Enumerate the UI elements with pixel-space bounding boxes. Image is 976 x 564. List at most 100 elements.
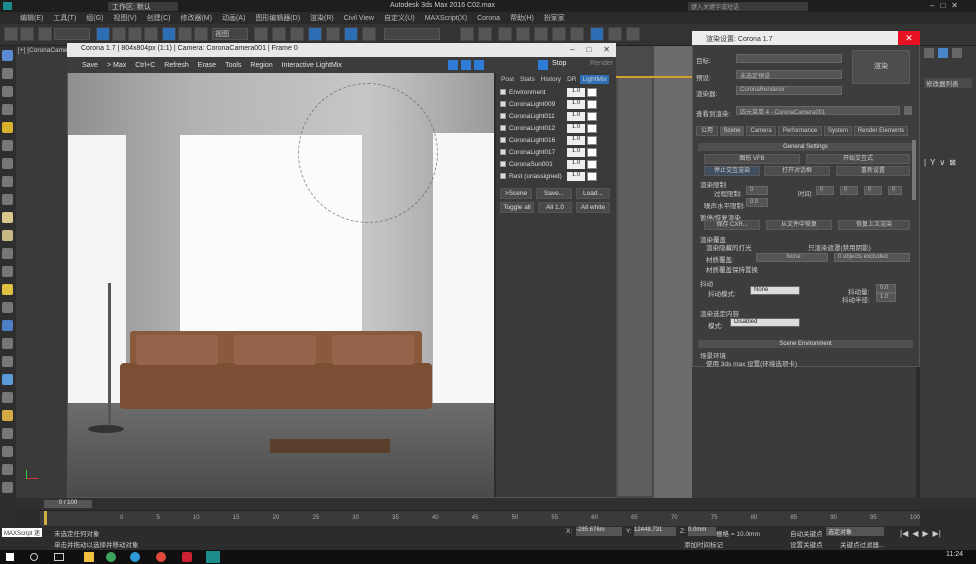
open-dialog-button[interactable]: 打开对话框: [764, 166, 830, 176]
vfb-lightmix-button[interactable]: Interactive LightMix: [279, 62, 345, 69]
view-to-render-dropdown[interactable]: 四元菜单 4 - CoronaCamera001: [736, 106, 900, 116]
snaps-toggle-icon[interactable]: [308, 27, 322, 41]
menu-group[interactable]: 组(G): [86, 13, 103, 23]
next-frame-icon[interactable]: ▶|: [933, 529, 941, 538]
graphite-tools-icon[interactable]: [516, 27, 530, 41]
search-icon[interactable]: [30, 553, 38, 561]
start-interactive-button[interactable]: 开始交互式: [806, 154, 910, 164]
align-icon[interactable]: [478, 27, 492, 41]
stop-interactive-button[interactable]: 停止交互渲染: [704, 166, 760, 176]
exclude-objects-button[interactable]: 0 objects excluded: [834, 253, 910, 262]
reference-coordinate-dropdown[interactable]: 视图: [212, 28, 248, 40]
rectangular-selection-icon[interactable]: [128, 27, 142, 41]
save-lightmix-button[interactable]: Save...: [536, 188, 572, 199]
menu-customize[interactable]: 自定义(U): [384, 13, 415, 23]
override-keep-displacement-checkbox[interactable]: 材质覆盖保持置换: [706, 264, 758, 274]
save-cxr-button[interactable]: 保存 CXR...: [704, 220, 760, 230]
checkbox[interactable]: [500, 125, 506, 131]
go-to-start-icon[interactable]: |◀: [900, 529, 908, 538]
cone-icon[interactable]: [2, 266, 13, 277]
checkbox[interactable]: [500, 161, 506, 167]
3dsmax-taskbar-icon[interactable]: [206, 551, 220, 563]
x-coordinate-input[interactable]: -285.676m: [576, 527, 622, 536]
modify-tab-icon[interactable]: [938, 48, 948, 58]
light-bulb-icon[interactable]: [2, 284, 13, 295]
checkbox[interactable]: [500, 173, 506, 179]
light-color-swatch[interactable]: [587, 159, 597, 169]
file-explorer-icon[interactable]: [84, 552, 94, 562]
key-mode-dropdown[interactable]: 选定对象: [826, 527, 884, 536]
light-intensity[interactable]: 1.0: [567, 123, 585, 133]
make-unique-icon[interactable]: ∨: [939, 158, 945, 172]
chamfer-box-icon[interactable]: [2, 410, 13, 421]
pyramid-icon[interactable]: [2, 320, 13, 331]
minimize-icon[interactable]: –: [930, 1, 934, 11]
time-seconds-input[interactable]: 0: [864, 186, 882, 195]
vfb-minimize-icon[interactable]: –: [570, 45, 574, 54]
pass-limit-input[interactable]: 0: [746, 186, 768, 195]
helper-icon[interactable]: [2, 122, 13, 133]
tab-render-elements[interactable]: Render Elements: [854, 126, 908, 136]
render-production-icon[interactable]: [626, 27, 640, 41]
checkbox[interactable]: [500, 149, 506, 155]
render-now-button[interactable]: 渲染: [852, 50, 910, 84]
menu-plugin[interactable]: 扮家家: [544, 13, 565, 23]
hierarchy-tab-icon[interactable]: [952, 48, 962, 58]
select-rotate-icon[interactable]: [178, 27, 192, 41]
tab-performance[interactable]: Performance: [778, 126, 822, 136]
redo-icon[interactable]: [20, 27, 34, 41]
material-override-checkbox[interactable]: 材质覆盖:: [706, 254, 734, 264]
tab-dr[interactable]: DR: [565, 75, 578, 84]
layer-explorer-icon[interactable]: [498, 27, 512, 41]
menu-graph-editors[interactable]: 图形编辑器(D): [255, 13, 300, 23]
material-editor-icon[interactable]: [570, 27, 584, 41]
tab-camera[interactable]: Camera: [746, 126, 776, 136]
light-intensity[interactable]: 1.0: [567, 147, 585, 157]
link-icon[interactable]: [38, 27, 52, 41]
light-color-swatch[interactable]: [587, 147, 597, 157]
plane-icon[interactable]: [2, 302, 13, 313]
resume-last-button[interactable]: 恢复上次渲染: [838, 220, 910, 230]
render-setup-scrollbar[interactable]: [912, 140, 916, 200]
z-coordinate-input[interactable]: 0.0mm: [688, 527, 716, 536]
remove-modifier-icon[interactable]: ⊠: [949, 158, 956, 172]
menu-rendering[interactable]: 渲染(R): [310, 13, 334, 23]
vfb-region-button[interactable]: Region: [247, 62, 275, 69]
chrome-icon[interactable]: [156, 552, 166, 562]
reset-button[interactable]: 重新设置: [836, 166, 910, 176]
light-intensity[interactable]: 1.0: [567, 171, 585, 181]
media-icon[interactable]: [182, 552, 192, 562]
tab-stats[interactable]: Stats: [518, 75, 537, 84]
auto-key-button[interactable]: 自动关键点: [790, 528, 823, 538]
time-minutes-input[interactable]: 0: [840, 186, 858, 195]
menu-modifiers[interactable]: 修改器(M): [180, 13, 212, 23]
create-geometry-icon[interactable]: [2, 50, 13, 61]
select-by-name-icon[interactable]: [112, 27, 126, 41]
checkbox[interactable]: [500, 113, 506, 119]
render-button[interactable]: Render: [590, 60, 613, 67]
select-manipulate-icon[interactable]: [272, 27, 286, 41]
toggle-all-button[interactable]: Toggle all: [500, 202, 534, 213]
mode-dropdown[interactable]: Disabled: [730, 318, 800, 327]
search-input[interactable]: 键入关键字或短语: [688, 2, 808, 11]
vfb-copy-button[interactable]: Ctrl+C: [132, 62, 158, 69]
app-logo-icon[interactable]: [3, 2, 12, 10]
tab-system[interactable]: System: [824, 126, 852, 136]
dither-mode-dropdown[interactable]: None: [750, 286, 800, 295]
track-bar[interactable]: 0 5 10 15 20 25 30 35 40 45 50 55 60 65 …: [40, 510, 920, 526]
percent-snap-icon[interactable]: [344, 27, 358, 41]
all-one-button[interactable]: All 1.0: [538, 202, 572, 213]
light-intensity[interactable]: 1.0: [567, 99, 585, 109]
create-camera-icon[interactable]: [2, 104, 13, 115]
use-max-settings-radio[interactable]: 使用 3ds max 设置(环境选项卡): [706, 358, 797, 368]
previous-frame-icon[interactable]: ◀: [912, 529, 918, 538]
light-color-swatch[interactable]: [587, 111, 597, 121]
zoom-in-icon[interactable]: [448, 60, 458, 70]
all-white-button[interactable]: All white: [576, 202, 610, 213]
stop-button[interactable]: Stop: [552, 60, 566, 67]
select-scale-icon[interactable]: [194, 27, 208, 41]
show-end-result-icon[interactable]: Y: [930, 158, 935, 172]
y-coordinate-input[interactable]: 12448.731: [634, 527, 676, 536]
preset-dropdown[interactable]: 未选定预设: [736, 70, 842, 80]
masks-only-checkbox[interactable]: 只渲染遮罩(禁用阴影): [808, 242, 871, 252]
